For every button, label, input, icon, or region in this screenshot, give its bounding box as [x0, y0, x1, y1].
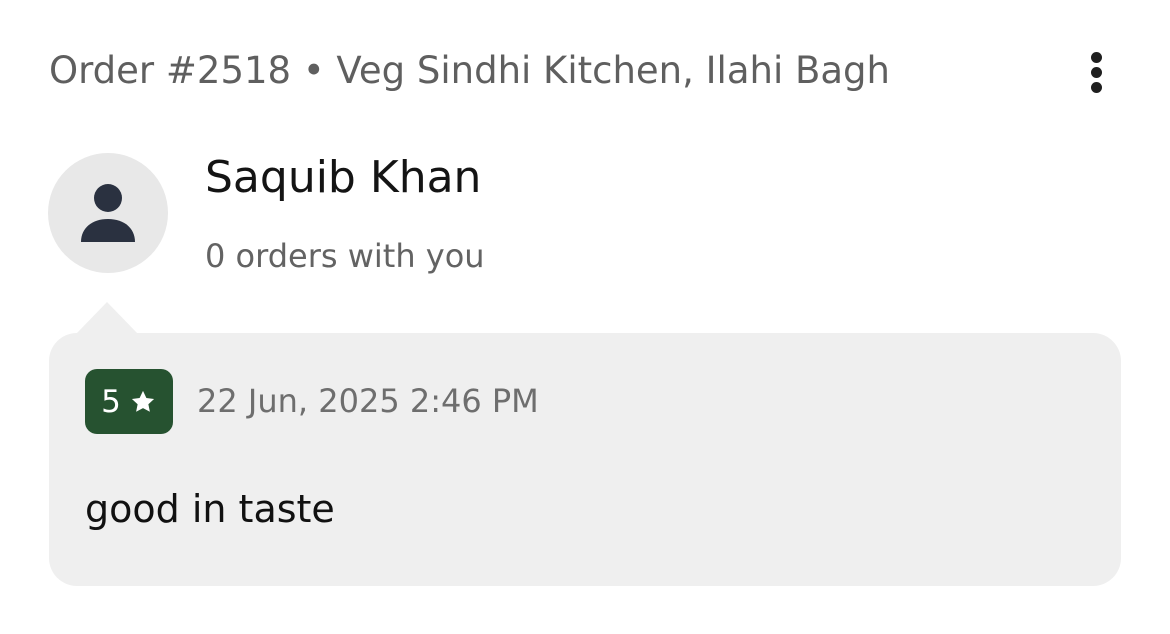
more-vertical-icon [1091, 52, 1102, 63]
star-icon [131, 390, 154, 412]
rating-badge: 5 [85, 369, 173, 434]
avatar [48, 153, 168, 273]
more-options-button[interactable] [1076, 44, 1118, 100]
customer-order-count: 0 orders with you [205, 237, 485, 275]
more-vertical-icon-dot [1091, 82, 1102, 93]
review-date: 22 Jun, 2025 2:46 PM [197, 382, 539, 420]
customer-name: Saquib Khan [205, 152, 482, 203]
order-title: Order #2518 • Veg Sindhi Kitchen, Ilahi … [49, 49, 890, 92]
review-text: good in taste [85, 487, 335, 531]
user-icon [81, 184, 135, 242]
rating-value: 5 [101, 383, 121, 420]
review-card: 5 22 Jun, 2025 2:46 PM good in taste [49, 333, 1121, 586]
more-vertical-icon-dot [1091, 67, 1102, 78]
review-card-pointer [76, 302, 138, 334]
